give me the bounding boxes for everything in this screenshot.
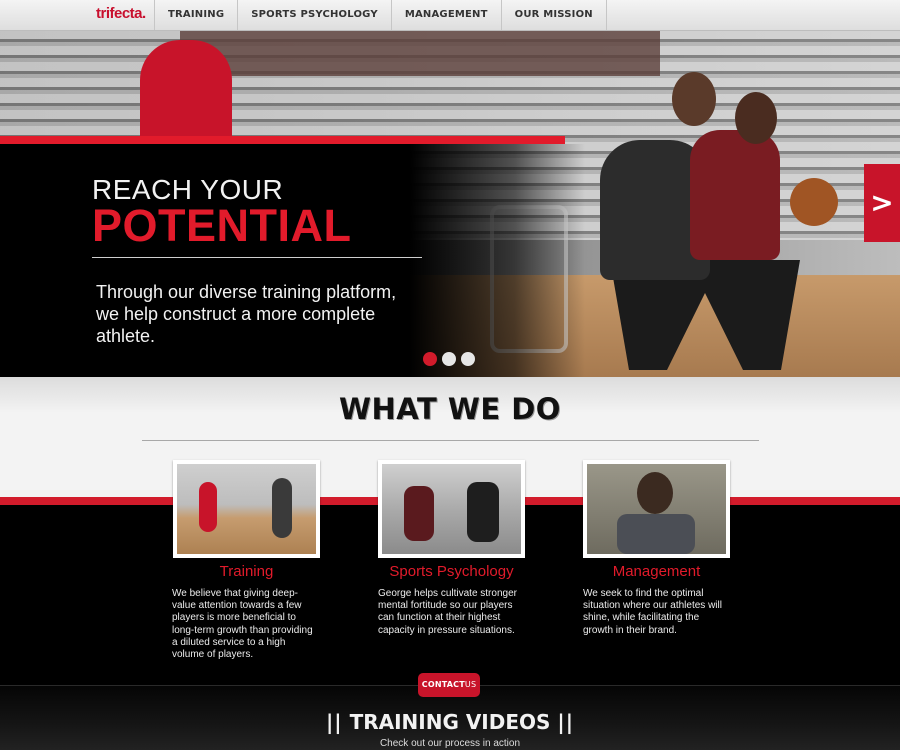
slider-dot-2[interactable] <box>442 352 456 366</box>
management-photo-head <box>637 472 673 514</box>
main-menu: TRAINING SPORTS PSYCHOLOGY MANAGEMENT OU… <box>154 0 607 30</box>
training-photo-player <box>272 478 292 538</box>
what-we-do-title: WHAT WE DO <box>339 392 561 426</box>
card-desc-sports-psychology: George helps cultivate stronger mental f… <box>378 588 517 636</box>
card-title-sports-psychology[interactable]: Sports Psychology <box>378 563 525 580</box>
card-title-management[interactable]: Management <box>583 563 730 580</box>
training-photo-image <box>177 464 316 554</box>
training-photo-coach <box>199 482 217 532</box>
management-photo[interactable] <box>583 460 730 558</box>
hero-red-stripe <box>0 136 565 144</box>
training-videos-title: TRAINING VIDEOS <box>349 710 551 734</box>
bars-right-icon: || <box>557 710 574 734</box>
bars-left-icon: || <box>325 710 343 734</box>
basketball-icon <box>790 178 838 226</box>
card-title-training[interactable]: Training <box>173 563 320 580</box>
card-desc-training: We believe that giving deep-value attent… <box>172 588 313 661</box>
trifecta-logo[interactable]: trifecta. <box>96 5 146 22</box>
contact-us-label-bold: CONTACT <box>421 680 465 689</box>
nav-item-sports-psychology[interactable]: SPORTS PSYCHOLOGY <box>237 0 391 30</box>
hero-description: Through our diverse training platform, w… <box>96 282 397 346</box>
management-photo-jacket <box>617 514 695 554</box>
training-photo[interactable] <box>173 460 320 558</box>
what-we-do-divider <box>142 440 759 441</box>
hero-dribbler-figure <box>690 130 780 260</box>
contact-us-label-rest: US <box>464 680 477 689</box>
hero-coach-figure <box>140 40 232 150</box>
hero-defender-head <box>672 72 716 126</box>
contact-us-button[interactable]: CONTACTUS <box>418 673 480 697</box>
sports-psychology-photo-image <box>382 464 521 554</box>
nav-item-training[interactable]: TRAINING <box>154 0 237 30</box>
slider-dot-1[interactable] <box>423 352 437 366</box>
hero-background-wall <box>180 30 660 76</box>
nav-item-our-mission[interactable]: OUR MISSION <box>500 0 607 30</box>
nav-item-management[interactable]: MANAGEMENT <box>390 0 501 30</box>
hero-divider <box>92 257 422 258</box>
training-videos-subtitle: Check out our process in action <box>379 738 521 749</box>
card-desc-management: We seek to find the optimal situation wh… <box>583 588 722 636</box>
training-videos-heading: || TRAINING VIDEOS || <box>0 710 900 734</box>
sports-psychology-photo[interactable] <box>378 460 525 558</box>
top-nav: trifecta. TRAINING SPORTS PSYCHOLOGY MAN… <box>0 0 900 31</box>
sports-psychology-photo-coach <box>467 482 499 542</box>
hero-dribbler-head <box>735 92 777 144</box>
slider-dots <box>423 352 475 366</box>
management-photo-image <box>587 464 726 554</box>
slider-next-arrow-icon[interactable]: > <box>864 164 900 242</box>
sports-psychology-photo-player <box>404 486 434 541</box>
hero-headline: POTENTIAL <box>92 200 352 251</box>
slider-dot-3[interactable] <box>461 352 475 366</box>
hero-slider: REACH YOUR POTENTIAL Through our diverse… <box>0 30 900 377</box>
